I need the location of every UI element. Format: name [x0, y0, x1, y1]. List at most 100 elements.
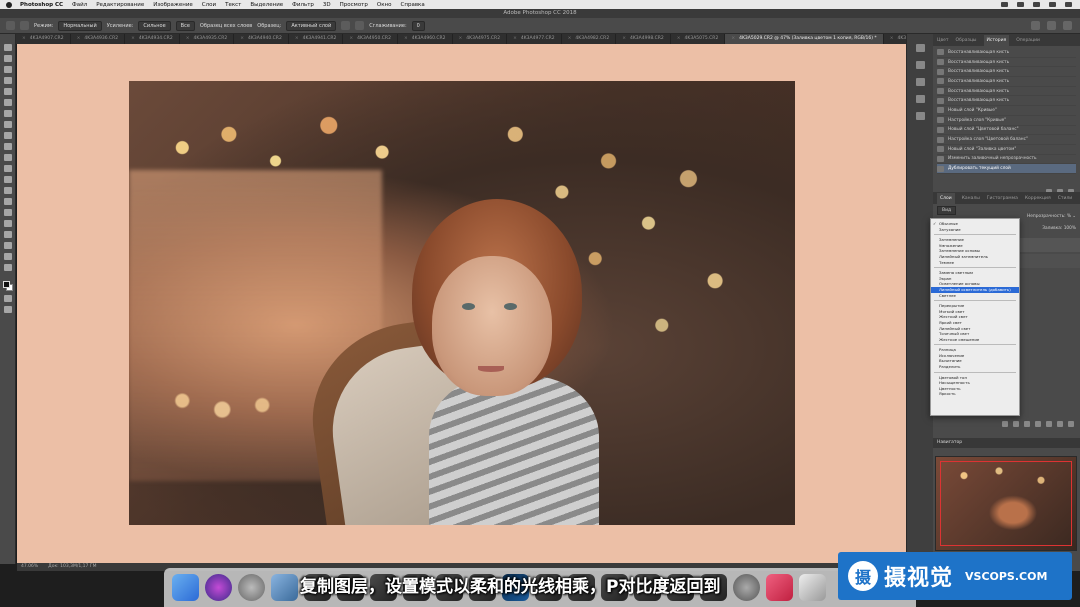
menu-edit[interactable]: Редактирование	[96, 2, 144, 8]
gradient-tool-icon[interactable]	[3, 165, 12, 172]
search-icon[interactable]	[1049, 2, 1056, 7]
brush-icon[interactable]	[355, 21, 365, 30]
apple-icon[interactable]	[6, 1, 12, 8]
menu-window[interactable]: Окно	[377, 2, 392, 8]
dodge-tool-icon[interactable]	[3, 187, 12, 194]
tab-actions[interactable]: Операции	[1016, 38, 1040, 43]
document-tab[interactable]: × 4K3A4998.CR2	[616, 34, 671, 44]
tab-color[interactable]: Цвет	[937, 38, 949, 43]
more-tools-icon[interactable]	[3, 264, 12, 271]
volume-icon[interactable]	[1017, 2, 1024, 7]
tab-layers[interactable]: Слои	[937, 192, 955, 204]
new-layer-icon[interactable]	[1057, 421, 1063, 427]
doc-size[interactable]: Док: 103,3M/1,17 ГМ	[48, 563, 96, 571]
share-icon[interactable]	[1063, 21, 1072, 30]
history-brush-tool-icon[interactable]	[3, 143, 12, 150]
document-tab[interactable]: × 4K3A5075.CR2	[671, 34, 726, 44]
close-icon[interactable]: ×	[568, 34, 572, 44]
document-tab[interactable]: × 4K3A4950.CR2	[343, 34, 398, 44]
close-icon[interactable]: ×	[77, 34, 81, 44]
document-tab[interactable]: × 4K3A4935.CR2	[180, 34, 235, 44]
menu-3d[interactable]: 3D	[323, 2, 331, 8]
history-row[interactable]: Восстанавливающая кисть	[937, 96, 1076, 107]
clone-source-icon[interactable]	[915, 78, 925, 86]
document-tab[interactable]: × 4K3A4934.CR2	[125, 34, 180, 44]
close-icon[interactable]: ×	[459, 34, 463, 44]
close-icon[interactable]: ×	[731, 34, 735, 44]
fill-control[interactable]: Заливка: 100%	[1042, 226, 1076, 231]
brush-settings-icon[interactable]	[915, 61, 925, 69]
quick-select-tool-icon[interactable]	[3, 77, 12, 84]
close-icon[interactable]: ×	[22, 34, 26, 44]
history-row[interactable]: Новый слой "Заливка цветом"	[937, 145, 1076, 155]
camera-app-icon[interactable]	[766, 574, 793, 601]
tool-preset-icon[interactable]	[6, 21, 15, 30]
document-tab[interactable]: ×4K3A5033.CR2	[884, 34, 906, 44]
eyedropper-tool-icon[interactable]	[3, 99, 12, 106]
finder-icon[interactable]	[172, 574, 199, 601]
tab-swatches[interactable]: Образцы	[956, 38, 977, 43]
zoom-tool-icon[interactable]	[3, 253, 12, 260]
brush-tool-icon[interactable]	[3, 121, 12, 128]
blur-tool-icon[interactable]	[3, 176, 12, 183]
tab-histogram[interactable]: Гистограмма	[987, 196, 1018, 201]
document-icon[interactable]	[799, 574, 826, 601]
workspace-icon[interactable]	[1047, 21, 1056, 30]
paragraph-icon[interactable]	[915, 112, 925, 120]
smoothing-value[interactable]: 0	[411, 20, 425, 31]
tab-adjustments[interactable]: Коррекция	[1025, 196, 1051, 201]
character-icon[interactable]	[915, 95, 925, 103]
preview-icon[interactable]	[271, 574, 298, 601]
menu-layer[interactable]: Слои	[202, 2, 216, 8]
menu-app[interactable]: Photoshop CC	[20, 2, 63, 8]
blend-mode-option[interactable]: Затухание	[931, 227, 1019, 233]
history-row[interactable]: Восстанавливающая кисть	[937, 58, 1076, 68]
menu-select[interactable]: Выделение	[250, 2, 283, 8]
menu-image[interactable]: Изображение	[153, 2, 193, 8]
history-row[interactable]: Восстанавливающая кисть	[937, 77, 1076, 87]
fill-value[interactable]: 100%	[1064, 226, 1076, 231]
sample-layer-select[interactable]: Активный слой	[286, 20, 337, 31]
menu-list-icon[interactable]	[1065, 2, 1072, 7]
quick-mask-icon[interactable]	[3, 295, 12, 302]
marquee-tool-icon[interactable]	[3, 55, 12, 62]
document-tab[interactable]: × 4K3A4960.CR2	[398, 34, 453, 44]
opacity-value[interactable]: % ⌄	[1067, 214, 1076, 219]
document-tab[interactable]: × 4K3A4940.CR2	[234, 34, 289, 44]
layer-row[interactable]	[1018, 254, 1080, 268]
crop-tool-icon[interactable]	[3, 88, 12, 95]
close-icon[interactable]: ×	[295, 34, 299, 44]
tab-styles[interactable]: Стили	[1058, 196, 1073, 201]
lasso-tool-icon[interactable]	[3, 66, 12, 73]
trash-icon[interactable]	[1068, 421, 1074, 427]
close-icon[interactable]: ×	[131, 34, 135, 44]
opacity-control[interactable]: Непрозрачность: % ⌄	[1027, 214, 1076, 219]
document-tab[interactable]: × 4K3A5029.CR2 @ 47% (Заливка цветом 1 ко…	[725, 34, 884, 44]
adjustment-icon[interactable]	[1035, 421, 1041, 427]
tab-channels[interactable]: Каналы	[962, 196, 980, 201]
launchpad-icon[interactable]	[238, 574, 265, 601]
photo-canvas[interactable]	[129, 81, 795, 525]
foreground-color-swatch[interactable]	[2, 281, 10, 288]
close-icon[interactable]: ×	[622, 34, 626, 44]
close-icon[interactable]: ×	[349, 34, 353, 44]
navigator-thumbnail[interactable]	[935, 456, 1077, 551]
info-icon[interactable]	[915, 44, 925, 52]
blend-mode-option[interactable]: Светлее	[931, 293, 1019, 299]
history-row[interactable]: Восстанавливающая кисть	[937, 87, 1076, 97]
menu-help[interactable]: Справка	[401, 2, 425, 8]
type-tool-icon[interactable]	[3, 209, 12, 216]
sample-all-checkbox[interactable]: Образец всех слоев	[200, 23, 252, 29]
close-icon[interactable]: ×	[240, 34, 244, 44]
layer-row[interactable]	[1018, 238, 1080, 252]
document-tab[interactable]: × 4K3A4975.CR2	[453, 34, 508, 44]
close-icon[interactable]: ×	[513, 34, 517, 44]
wifi-icon[interactable]	[1001, 2, 1008, 7]
menu-file[interactable]: Файл	[72, 2, 87, 8]
path-select-tool-icon[interactable]	[3, 220, 12, 227]
shape-tool-icon[interactable]	[3, 231, 12, 238]
history-row[interactable]: Настройка слоя "Кривые"	[937, 116, 1076, 126]
tab-history[interactable]: История	[983, 34, 1010, 46]
close-icon[interactable]: ×	[677, 34, 681, 44]
document-tab[interactable]: × 4K3A4936.CR2	[71, 34, 126, 44]
